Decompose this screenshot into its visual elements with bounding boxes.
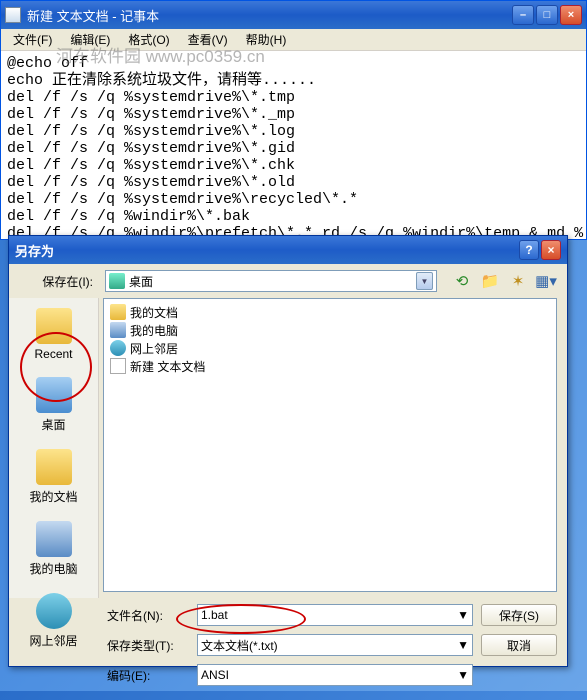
encoding-value: ANSI	[201, 668, 457, 682]
place-recent[interactable]: Recent	[17, 304, 91, 365]
save-button[interactable]: 保存(S)	[481, 604, 557, 626]
list-item-label: 新建 文本文档	[130, 358, 205, 375]
notepad-textarea[interactable]: @echo off echo 正在清除系统垃圾文件，请稍等...... del …	[1, 51, 586, 239]
dialog-help-button[interactable]: ?	[519, 240, 539, 260]
encoding-combo[interactable]: ANSI ▼	[197, 664, 473, 686]
menu-view[interactable]: 查看(V)	[180, 29, 236, 50]
file-list[interactable]: 我的文档 我的电脑 网上邻居 新建 文本文档	[103, 298, 557, 592]
notepad-window: 新建 文本文档 - 记事本 – □ × 文件(F) 编辑(E) 格式(O) 查看…	[0, 0, 587, 240]
cancel-button[interactable]: 取消	[481, 634, 557, 656]
chevron-down-icon[interactable]: ▼	[457, 608, 469, 622]
network-icon	[110, 340, 126, 356]
place-label: 桌面	[17, 416, 91, 433]
dialog-titlebar[interactable]: 另存为 ? ×	[9, 236, 567, 264]
menu-help[interactable]: 帮助(H)	[238, 29, 295, 50]
dialog-title: 另存为	[15, 241, 519, 260]
list-item-label: 我的电脑	[130, 322, 178, 339]
new-folder-icon[interactable]: ✶	[507, 270, 529, 292]
savein-label: 保存在(I):	[19, 273, 99, 290]
place-label: 网上邻居	[17, 632, 91, 649]
view-menu-icon[interactable]: ▦▾	[535, 270, 557, 292]
recent-icon	[36, 308, 72, 344]
list-item[interactable]: 我的文档	[108, 303, 552, 321]
maximize-button[interactable]: □	[536, 5, 558, 25]
menu-edit[interactable]: 编辑(E)	[62, 29, 118, 50]
list-item[interactable]: 我的电脑	[108, 321, 552, 339]
mycomputer-icon	[36, 521, 72, 557]
dialog-close-button[interactable]: ×	[541, 240, 561, 260]
savein-combo[interactable]: 桌面 ▼	[105, 270, 437, 292]
place-desktop[interactable]: 桌面	[17, 373, 91, 437]
list-item-label: 网上邻居	[130, 340, 178, 357]
go-back-icon[interactable]: ⟲	[451, 270, 473, 292]
place-label: 我的电脑	[17, 560, 91, 577]
dialog-fields: 文件名(N): ▼ 保存(S) 保存类型(T): 文本文档(*.txt) ▼ 取…	[9, 598, 567, 700]
filename-label: 文件名(N):	[107, 607, 189, 624]
notepad-title: 新建 文本文档 - 记事本	[27, 6, 512, 25]
list-item[interactable]: 网上邻居	[108, 339, 552, 357]
savein-value: 桌面	[129, 273, 416, 290]
up-folder-icon[interactable]: 📁	[479, 270, 501, 292]
place-network[interactable]: 网上邻居	[17, 589, 91, 653]
chevron-down-icon[interactable]: ▼	[457, 638, 469, 652]
folder-icon	[110, 304, 126, 320]
close-button[interactable]: ×	[560, 5, 582, 25]
place-mycomputer[interactable]: 我的电脑	[17, 517, 91, 581]
list-item[interactable]: 新建 文本文档	[108, 357, 552, 375]
notepad-titlebar[interactable]: 新建 文本文档 - 记事本 – □ ×	[1, 1, 586, 29]
menu-file[interactable]: 文件(F)	[5, 29, 60, 50]
encoding-label: 编码(E):	[107, 667, 189, 684]
dialog-toolbar: 保存在(I): 桌面 ▼ ⟲ 📁 ✶ ▦▾	[9, 264, 567, 298]
place-label: 我的文档	[17, 488, 91, 505]
filetype-label: 保存类型(T):	[107, 637, 189, 654]
textfile-icon	[110, 358, 126, 374]
network-icon	[36, 593, 72, 629]
notepad-icon	[5, 7, 21, 23]
filename-input[interactable]	[201, 608, 457, 622]
places-bar: Recent 桌面 我的文档 我的电脑 网上邻居	[9, 298, 99, 598]
place-mydocs[interactable]: 我的文档	[17, 445, 91, 509]
filetype-value: 文本文档(*.txt)	[201, 637, 457, 654]
place-label: Recent	[17, 347, 91, 361]
filetype-combo[interactable]: 文本文档(*.txt) ▼	[197, 634, 473, 656]
saveas-dialog: 另存为 ? × 保存在(I): 桌面 ▼ ⟲ 📁 ✶ ▦▾ Recent	[8, 235, 568, 667]
desktop-place-icon	[36, 377, 72, 413]
chevron-down-icon[interactable]: ▼	[457, 668, 469, 682]
mydocs-icon	[36, 449, 72, 485]
filename-combo[interactable]: ▼	[197, 604, 473, 626]
menu-format[interactable]: 格式(O)	[120, 29, 177, 50]
computer-icon	[110, 322, 126, 338]
chevron-down-icon[interactable]: ▼	[416, 272, 433, 290]
list-item-label: 我的文档	[130, 304, 178, 321]
desktop-icon	[109, 273, 125, 289]
notepad-menubar: 文件(F) 编辑(E) 格式(O) 查看(V) 帮助(H)	[1, 29, 586, 51]
minimize-button[interactable]: –	[512, 5, 534, 25]
